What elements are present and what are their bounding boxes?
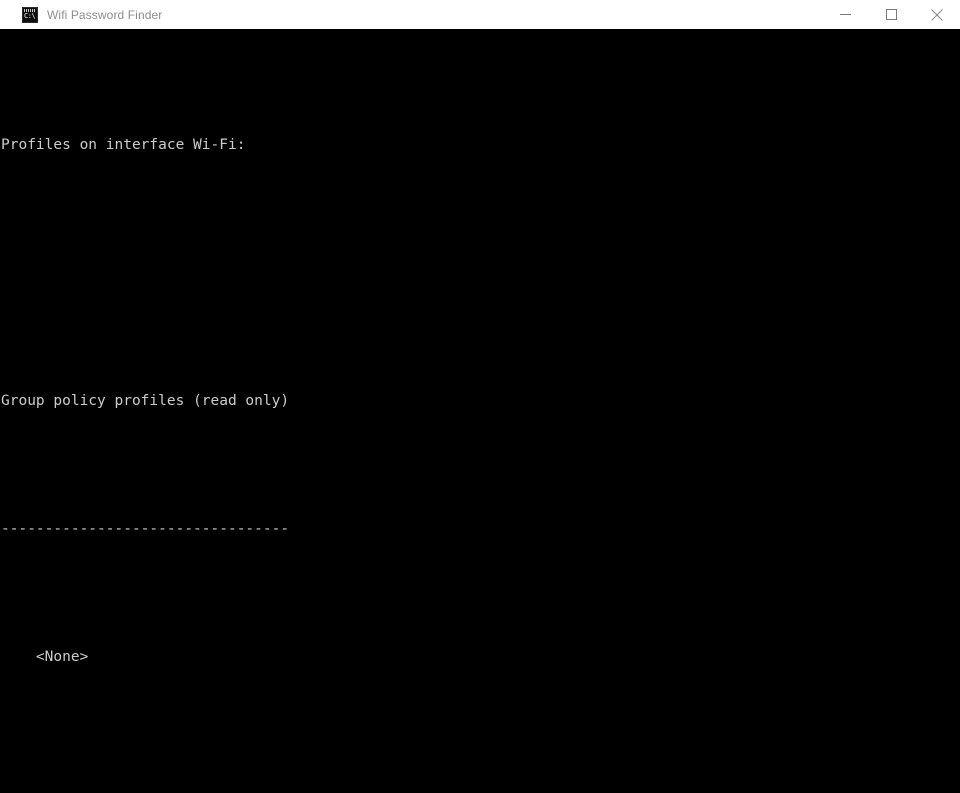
maximize-button[interactable] [868,0,914,29]
console-line-group-policy-header: Group policy profiles (read only) [1,393,290,409]
console-line-profiles-header: Profiles on interface Wi-Fi: [1,137,246,153]
console-line-group-policy-none: <None> [1,649,89,665]
console-output-area[interactable]: Profiles on interface Wi-Fi: Group polic… [0,29,960,793]
cmd-console-icon [22,6,38,23]
console-line-group-policy-separator: --------------------------------- [1,521,290,537]
minimize-button[interactable] [822,0,868,29]
close-icon [931,8,943,21]
console-line-blank-2 [0,769,960,793]
minimize-icon [839,14,851,15]
window-controls [822,0,960,29]
close-button[interactable] [914,0,960,29]
console-line-blank-1 [0,257,960,289]
title-bar[interactable]: Wifi Password Finder [0,0,960,29]
wifi-password-finder-window: Wifi Password Finder Profiles on i [0,0,960,793]
window-title: Wifi Password Finder [47,7,163,22]
maximize-icon [885,9,897,20]
